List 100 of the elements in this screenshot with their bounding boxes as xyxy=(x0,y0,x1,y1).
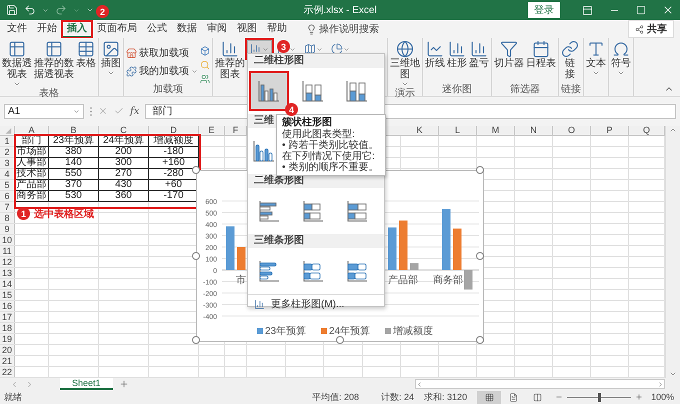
caret-icon xyxy=(401,80,409,88)
chart-bar xyxy=(388,227,396,270)
row-header[interactable]: 20 xyxy=(0,345,15,355)
ribbon-tab[interactable]: 数据 xyxy=(172,20,202,38)
row-header[interactable]: 10 xyxy=(0,235,15,245)
row-header[interactable]: 18 xyxy=(0,323,15,333)
previous-sheet-icon xyxy=(10,380,19,388)
ribbon-button[interactable]: 链接 xyxy=(561,40,579,84)
caret-icon xyxy=(42,6,49,14)
row-header[interactable]: 6 xyxy=(0,191,15,201)
column-header[interactable]: B xyxy=(49,126,99,135)
row-header[interactable]: 13 xyxy=(0,268,15,278)
row-header[interactable]: 3 xyxy=(0,158,15,168)
zoom-thumb[interactable] xyxy=(598,392,602,402)
ribbon-button[interactable]: 符号 xyxy=(611,40,631,84)
resize-handle[interactable] xyxy=(192,336,200,344)
caret-icon xyxy=(191,68,198,74)
column-header[interactable]: A xyxy=(15,126,49,135)
ribbon-button[interactable]: 表格 xyxy=(76,40,96,88)
column-header[interactable]: C xyxy=(99,126,149,135)
ribbon-button[interactable]: 获取加载项 xyxy=(126,46,198,60)
ribbon-button[interactable]: 日程表 xyxy=(526,40,556,84)
row-header[interactable]: 2 xyxy=(0,147,15,157)
resize-handle[interactable] xyxy=(476,252,484,260)
ribbon-button[interactable]: 文本 xyxy=(586,40,606,84)
caret-icon xyxy=(107,69,115,77)
omega-icon xyxy=(612,40,630,58)
row-header[interactable]: 14 xyxy=(0,279,15,289)
resize-handle[interactable] xyxy=(192,252,200,260)
ribbon-tab[interactable]: 文件 xyxy=(2,20,32,38)
column-header[interactable]: K xyxy=(401,126,439,135)
share-button[interactable]: 共享 xyxy=(628,20,674,38)
sheet-tab[interactable]: Sheet1 xyxy=(60,378,113,390)
row-header[interactable]: 7 xyxy=(0,202,15,212)
resize-handle[interactable] xyxy=(476,166,484,174)
column-chart-icon xyxy=(345,79,369,103)
ribbon-button[interactable]: 推荐的图表 xyxy=(215,40,245,84)
ribbon-tab[interactable]: 帮助 xyxy=(262,20,292,38)
ribbon-tab[interactable]: 公式 xyxy=(142,20,172,38)
column-header[interactable]: P xyxy=(591,126,629,135)
menu-item[interactable]: 更多柱形图(M)... xyxy=(248,294,384,313)
row-header[interactable]: 9 xyxy=(0,224,15,234)
ribbon-button[interactable]: 柱形 xyxy=(447,40,467,84)
ribbon-tab[interactable]: 开始 xyxy=(32,20,62,38)
row-header[interactable]: 21 xyxy=(0,356,15,366)
ribbon-tab[interactable]: 视图 xyxy=(232,20,262,38)
ribbon-button[interactable]: 三维地图 xyxy=(390,40,420,88)
row-header[interactable]: 5 xyxy=(0,180,15,190)
ribbon-button[interactable]: 数据透视表 xyxy=(2,40,32,88)
ribbon-button[interactable]: 插图 xyxy=(101,40,121,84)
row-header[interactable]: 12 xyxy=(0,257,15,267)
text-icon xyxy=(587,40,605,58)
column-header[interactable]: O xyxy=(553,126,591,135)
bar-chart-icon xyxy=(345,259,369,283)
row-header[interactable]: 8 xyxy=(0,213,15,223)
enter-icon xyxy=(114,106,124,116)
bar-chart-icon xyxy=(301,199,325,223)
ribbon-tab[interactable]: 页面布局 xyxy=(92,20,142,38)
scrollbar[interactable] xyxy=(415,379,665,389)
column-header[interactable]: N xyxy=(515,126,553,135)
chart-icon xyxy=(221,40,239,58)
column-header[interactable]: L xyxy=(439,126,477,135)
resize-handle[interactable] xyxy=(476,336,484,344)
status-average: 平均值: 208 xyxy=(312,390,360,404)
row-header[interactable]: 15 xyxy=(0,290,15,300)
column-header[interactable]: M xyxy=(477,126,515,135)
column-header[interactable]: E xyxy=(199,126,225,135)
table-cell: 360 xyxy=(99,191,149,202)
row-header[interactable]: 16 xyxy=(0,301,15,311)
window-title: 示例.xlsx - Excel xyxy=(303,4,377,17)
row-header[interactable]: 22 xyxy=(0,367,15,377)
ribbon-tab[interactable]: 审阅 xyxy=(202,20,232,38)
pie-chart-icon xyxy=(331,43,343,55)
picture-icon xyxy=(102,40,120,58)
resize-handle[interactable] xyxy=(336,336,344,344)
status-count: 计数: 24 xyxy=(381,390,414,404)
row-header[interactable]: 19 xyxy=(0,334,15,344)
ribbon-button[interactable]: 切片器 xyxy=(494,40,524,84)
tooltip-text: • 类别的顺序不重要。 xyxy=(282,162,380,173)
caret-icon xyxy=(289,46,296,52)
row-header[interactable]: 4 xyxy=(0,169,15,179)
name-box[interactable]: A1 xyxy=(4,104,84,118)
ribbon-tab[interactable]: 插入 xyxy=(62,20,92,38)
column-header[interactable]: D xyxy=(149,126,199,135)
insert-function-button[interactable]: fx xyxy=(130,106,140,116)
chart-type-option[interactable] xyxy=(251,73,287,109)
table-cell: 300 xyxy=(99,158,149,169)
view-button[interactable] xyxy=(477,390,502,404)
ribbon-button[interactable]: 盈亏 xyxy=(469,40,489,84)
row-header[interactable]: 11 xyxy=(0,246,15,256)
row-header[interactable]: 1 xyxy=(0,136,15,146)
row-header[interactable]: 17 xyxy=(0,312,15,322)
ribbon-button[interactable]: 折线 xyxy=(425,40,445,84)
store-icon xyxy=(126,48,137,58)
search-field[interactable]: 操作说明搜索 xyxy=(317,24,387,34)
status-sum: 求和: 3120 xyxy=(424,390,468,404)
ribbon-button[interactable]: 推荐的数据透视表 xyxy=(34,40,74,88)
ribbon-button[interactable]: 我的加载项 xyxy=(126,64,198,78)
login-button[interactable]: 登录 xyxy=(528,2,560,18)
table-cell: 200 xyxy=(99,147,149,158)
